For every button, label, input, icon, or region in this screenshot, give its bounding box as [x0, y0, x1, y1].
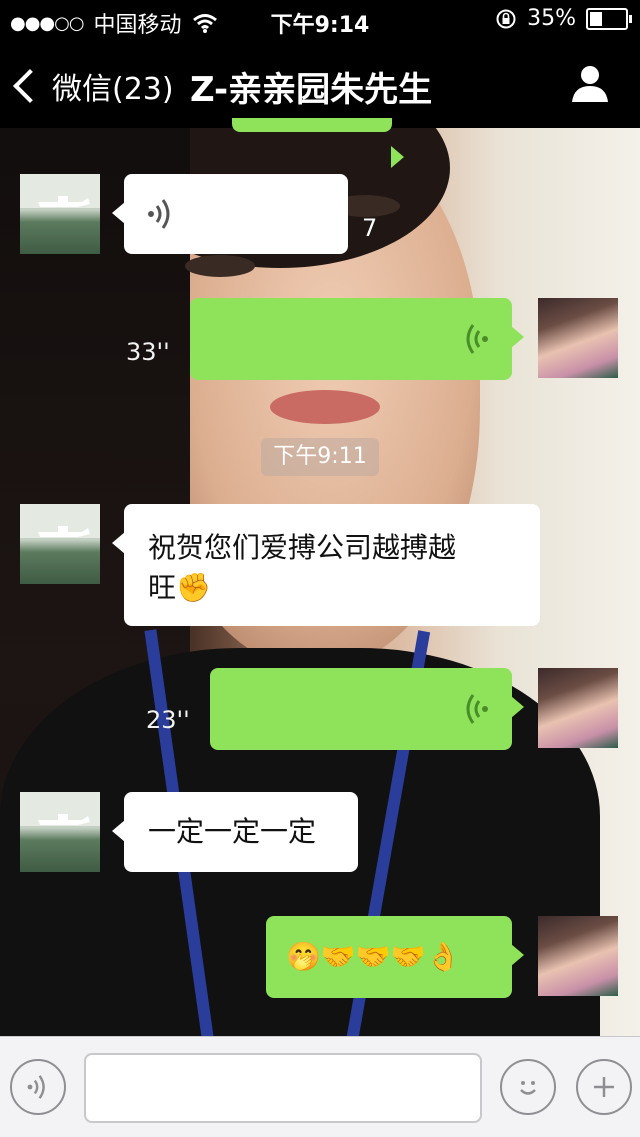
- chevron-left-icon: [13, 69, 47, 103]
- voice-wave-icon: [466, 324, 488, 354]
- message-text-line: 旺✊: [148, 571, 211, 604]
- voice-duration: 7: [362, 214, 378, 242]
- message-timestamp: 下午9:11: [261, 438, 379, 476]
- nav-bar: 微信(23) Z-亲亲园朱先生: [0, 40, 640, 128]
- user-avatar[interactable]: [538, 916, 618, 996]
- message-emoji: 🤭🤝🤝🤝👌: [286, 940, 461, 973]
- input-bar: [0, 1036, 640, 1137]
- chat-title: Z-亲亲园朱先生: [190, 70, 433, 110]
- user-avatar[interactable]: [538, 298, 618, 378]
- rotation-lock-icon: [496, 9, 516, 28]
- user-avatar[interactable]: [538, 668, 618, 748]
- message-text: 一定一定一定: [148, 815, 317, 848]
- contact-avatar[interactable]: [20, 174, 100, 254]
- plus-icon: [594, 1077, 614, 1097]
- voice-message-bubble[interactable]: [112, 174, 348, 254]
- voice-duration: 23'': [146, 706, 190, 734]
- more-options-button[interactable]: [576, 1059, 632, 1115]
- status-bar: ●●●○○ 中国移动 下午9:14 35%: [0, 0, 640, 40]
- battery-icon: [586, 7, 632, 30]
- voice-icon: [27, 1075, 45, 1099]
- battery-percent: 35%: [527, 6, 576, 31]
- voice-message-bubble[interactable]: [190, 298, 524, 380]
- text-message-bubble[interactable]: 一定一定一定: [112, 792, 358, 872]
- voice-wave-icon: [466, 694, 488, 724]
- text-message-bubble[interactable]: 祝贺您们爱搏公司越搏越 旺✊: [112, 504, 540, 626]
- partial-message-bubble[interactable]: [232, 118, 404, 168]
- voice-wave-icon: [148, 199, 170, 229]
- voice-input-button[interactable]: [10, 1059, 66, 1115]
- contact-avatar[interactable]: [20, 504, 100, 584]
- back-label: 微信(23): [52, 72, 174, 107]
- emoji-button[interactable]: [500, 1059, 556, 1115]
- contact-avatar[interactable]: [20, 792, 100, 872]
- message-input[interactable]: [84, 1053, 482, 1123]
- contact-profile-icon[interactable]: [568, 62, 612, 106]
- message-text-line: 祝贺您们爱搏公司越搏越: [148, 531, 457, 564]
- smiley-icon: [520, 1081, 536, 1095]
- voice-message-bubble[interactable]: [210, 668, 524, 750]
- back-button[interactable]: 微信(23): [13, 64, 174, 108]
- emoji-message-bubble[interactable]: 🤭🤝🤝🤝👌: [266, 916, 524, 998]
- voice-duration: 33'': [126, 338, 170, 366]
